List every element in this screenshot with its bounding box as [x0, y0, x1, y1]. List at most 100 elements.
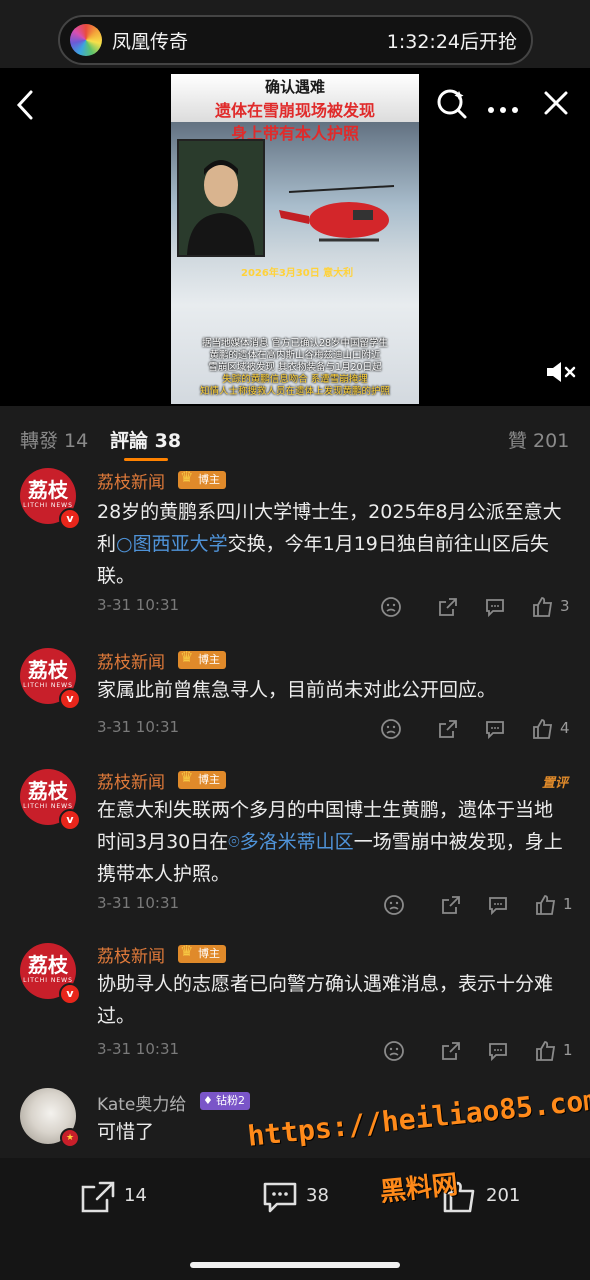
badge-label: 钻粉2 — [216, 1094, 245, 1107]
like-count: 201 — [486, 1185, 521, 1206]
username[interactable]: Kate奥力给 — [97, 1090, 186, 1115]
badge-label: 博主 — [198, 947, 220, 960]
portrait-photo — [177, 139, 265, 257]
avatar-text: 荔枝 — [28, 953, 68, 977]
reply-icon[interactable] — [484, 596, 506, 618]
verified-icon: v — [59, 688, 81, 710]
home-indicator[interactable] — [190, 1262, 400, 1268]
app-logo-icon — [70, 24, 102, 56]
tab-active-indicator — [124, 458, 168, 461]
video-caption: 据当地媒体消息 官方已确认28岁中国留学生 黄鹏的遗体在高内斯山谷梅兹迪山口附近… — [177, 338, 413, 398]
tab-comments[interactable]: 評論 38 — [110, 426, 181, 453]
countdown-text: 1:32:24后开抢 — [386, 30, 517, 53]
avatar-text: 荔枝 — [28, 478, 68, 502]
username[interactable]: 荔枝新闻 — [97, 942, 165, 967]
blogger-badge: ♛ 博主 — [178, 648, 226, 669]
badge-label: 博主 — [198, 473, 220, 486]
blogger-badge: ♛ 博主 — [178, 768, 226, 789]
comment-time: 3-31 10:31 — [97, 894, 180, 912]
like-icon[interactable] — [532, 718, 554, 740]
repost-count: 14 — [124, 1185, 147, 1206]
comment-time: 3-31 10:31 — [97, 718, 180, 736]
topic-link[interactable]: ⌾多洛米蒂山区 — [228, 831, 353, 853]
thumb-title: 确认遇难 遗体在雪崩现场被发现 — [171, 74, 419, 122]
avatar-text: 荔枝 — [28, 658, 68, 682]
caption-line: 知情人士称搜救人员在遗体上发现黄鹏的护照 — [199, 386, 390, 397]
reply-icon[interactable] — [487, 1040, 509, 1062]
share-icon[interactable] — [437, 718, 459, 740]
comment-button[interactable]: 38 — [262, 1180, 329, 1214]
username[interactable]: 荔枝新闻 — [97, 768, 165, 793]
dislike-icon[interactable] — [383, 894, 405, 916]
caption-line: 失踪的黄鹏信息吻合 系遭雪崩掩埋 — [222, 374, 368, 385]
diamond-icon: ♦ — [203, 1094, 213, 1107]
avatar-text: 荔枝 — [28, 779, 68, 803]
back-icon[interactable] — [14, 88, 36, 126]
reply-icon[interactable] — [487, 894, 509, 916]
comment-text: 在意大利失联两个多月的中国博士生黄鹏，遗体于当地时间3月30日在⌾多洛米蒂山区一… — [97, 794, 567, 890]
repost-icon — [81, 1181, 115, 1213]
badge-label: 博主 — [198, 653, 220, 666]
pinned-label: 置评 — [541, 776, 568, 791]
search-small-icon: ○ — [116, 533, 133, 555]
topic-link-text[interactable]: 图西亚大学 — [133, 533, 228, 555]
like-icon[interactable] — [532, 596, 554, 618]
comment-actions: 1 — [383, 1040, 583, 1062]
diamond-fan-badge: ♦ 钻粉2 — [200, 1092, 250, 1110]
blogger-badge: ♛ 博主 — [178, 942, 226, 963]
crown-icon: ♛ — [180, 942, 194, 960]
caption-line: 雪崩区域被发现 其衣物装备与1月20日起 — [208, 362, 382, 373]
comment-count: 38 — [306, 1185, 329, 1206]
reply-icon[interactable] — [484, 718, 506, 740]
dislike-icon[interactable] — [383, 1040, 405, 1062]
date-stamp: 2026年3月30日 意大利 — [241, 268, 354, 279]
repost-button[interactable]: 14 — [80, 1180, 147, 1214]
more-icon[interactable] — [487, 99, 519, 118]
tab-repost[interactable]: 轉發 14 — [20, 426, 88, 453]
caption-line: 黄鹏的遗体在高内斯山谷梅兹迪山口附近 — [209, 350, 381, 361]
comment-actions: 1 — [383, 894, 583, 916]
interaction-tabs: 轉發 14 評論 38 贊 201 — [0, 410, 590, 461]
promo-pill[interactable]: 凤凰传奇 1:32:24后开抢 — [58, 15, 533, 65]
like-icon[interactable] — [535, 894, 557, 916]
blogger-badge: ♛ 博主 — [178, 468, 226, 489]
like-icon[interactable] — [535, 1040, 557, 1062]
mute-icon[interactable] — [545, 360, 577, 388]
like-count: 1 — [563, 1041, 573, 1059]
share-icon[interactable] — [437, 596, 459, 618]
comment-actions: 4 — [380, 718, 580, 740]
like-count: 1 — [563, 895, 573, 913]
app-name: 凤凰传奇 — [112, 30, 189, 53]
like-count: 4 — [560, 719, 570, 737]
search-icon[interactable] — [436, 88, 468, 124]
crown-icon: ♛ — [180, 468, 194, 486]
comment-icon — [263, 1182, 297, 1213]
thumb-title-line2: 遗体在雪崩现场被发现 — [214, 101, 375, 120]
helicopter-image — [279, 185, 395, 242]
comment-text: 家属此前曾焦急寻人，目前尚未对此公开回应。 — [97, 679, 497, 701]
dislike-icon[interactable] — [380, 718, 402, 740]
comment-time: 3-31 10:31 — [97, 1040, 180, 1058]
username[interactable]: 荔枝新闻 — [97, 648, 165, 673]
username[interactable]: 荔枝新闻 — [97, 468, 165, 493]
caption-line: 据当地媒体消息 官方已确认28岁中国留学生 — [201, 338, 389, 349]
verified-icon: v — [59, 508, 81, 530]
share-icon[interactable] — [440, 894, 462, 916]
location-icon: ⌾ — [228, 831, 240, 853]
like-count: 3 — [560, 597, 570, 615]
thumb-title-line1: 确认遇难 — [264, 78, 325, 96]
share-icon[interactable] — [440, 1040, 462, 1062]
fan-badge-icon: ★ — [60, 1128, 80, 1148]
video-thumbnail[interactable]: 确认遇难 遗体在雪崩现场被发现 身上带有本人护照 2026年3月30日 意大利 … — [171, 74, 419, 404]
comment-text: 协助寻人的志愿者已向警方确认遇难消息，表示十分难过。 — [97, 973, 554, 1027]
topic-link-text[interactable]: 多洛米蒂山区 — [240, 831, 354, 853]
video-player[interactable]: 确认遇难 遗体在雪崩现场被发现 身上带有本人护照 2026年3月30日 意大利 … — [0, 68, 590, 406]
crown-icon: ♛ — [180, 768, 194, 786]
tab-likes[interactable]: 贊 201 — [508, 426, 569, 453]
verified-icon: v — [59, 809, 81, 831]
dislike-icon[interactable] — [380, 596, 402, 618]
crown-icon: ♛ — [180, 648, 194, 666]
topic-link[interactable]: ○图西亚大学 — [116, 533, 228, 555]
close-icon[interactable] — [543, 90, 569, 120]
verified-icon: v — [59, 983, 81, 1005]
